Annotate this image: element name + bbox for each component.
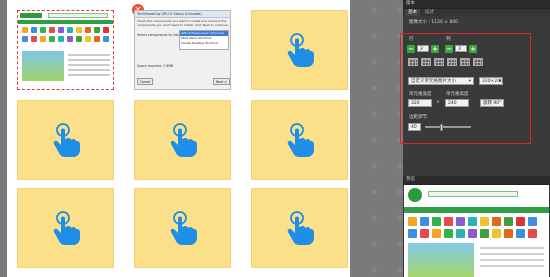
installer-component-list[interactable]: GPU-Z Powerusers (Unicode) Start Menu Sh…: [179, 30, 229, 50]
site-logo: [20, 13, 42, 18]
tap-hand-icon: [287, 211, 314, 245]
grid-cell-1[interactable]: [17, 10, 114, 90]
site-app-icons: [22, 27, 110, 51]
grid-cell-3[interactable]: [251, 10, 348, 90]
site-search-bar: [48, 13, 108, 18]
tap-hand-icon: [170, 211, 197, 245]
preview-logo: [408, 188, 422, 202]
grid-cell-9[interactable]: [251, 188, 348, 268]
preview-nav-bar: [404, 207, 549, 213]
image-size-label: 图像大小 : 1120 × 800: [409, 20, 459, 25]
settings-highlight-box: [400, 33, 531, 144]
tap-hand-icon: [53, 123, 80, 157]
tap-hand-icon: [287, 33, 314, 67]
site-nav-bar: [18, 20, 113, 24]
canvas-area: × TechPowerUp GPU-Z Setup (Unicode) Chec…: [0, 0, 403, 277]
installer-select-label: Select components to install:: [137, 33, 184, 37]
installer-next-button[interactable]: Next >: [213, 78, 230, 85]
preview-text-lines: [480, 243, 544, 277]
installer-option-3[interactable]: Create Desktop Shortcut: [180, 41, 228, 46]
preview-banner-image: [408, 243, 474, 277]
tap-hand-icon: [53, 211, 80, 245]
preview-search-bar: [428, 191, 518, 197]
preview-image: [404, 185, 549, 277]
collage-sheet: × TechPowerUp GPU-Z Setup (Unicode) Chec…: [7, 0, 350, 277]
grid-cell-2[interactable]: TechPowerUp GPU-Z Setup (Unicode) Check …: [134, 10, 231, 90]
grid-cell-7[interactable]: [17, 188, 114, 268]
preview-panel-title: 预览: [406, 177, 415, 182]
tap-hand-icon: [170, 123, 197, 157]
tab-basic[interactable]: 基本: [405, 9, 420, 16]
installer-cancel-button[interactable]: Cancel: [137, 78, 153, 85]
grid-cell-5[interactable]: [134, 100, 231, 180]
site-banner-image: [22, 51, 64, 81]
site-text-lines: [68, 51, 110, 81]
layout-panel-title: 版本: [406, 1, 415, 6]
preview-panel-titlebar: 预览: [403, 176, 550, 185]
grid-cell-8[interactable]: [134, 188, 231, 268]
installer-title: TechPowerUp GPU-Z Setup (Unicode): [137, 12, 202, 16]
tap-hand-icon: [287, 123, 314, 157]
installer-header-text: Check the components you want to install…: [137, 19, 229, 27]
installer-space-required: Space required: 2.6MB: [137, 64, 174, 68]
grid-cell-4[interactable]: [17, 100, 114, 180]
installer-titlebar: TechPowerUp GPU-Z Setup (Unicode): [135, 11, 230, 18]
panel-tabs: 基本 描述: [403, 9, 550, 16]
layout-panel-titlebar: 版本: [403, 0, 550, 9]
grid-cell-6[interactable]: [251, 100, 348, 180]
tab-description[interactable]: 描述: [422, 9, 437, 16]
preview-app-icons: [408, 217, 548, 239]
